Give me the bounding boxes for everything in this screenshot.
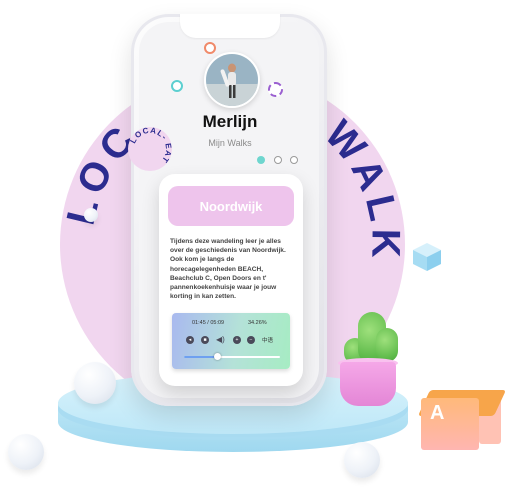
white-ball-small-left [8,434,44,470]
blue-cube [413,243,441,271]
cactus-right-arm [376,328,398,362]
player-percent: 34.26% [248,320,267,326]
volume-icon[interactable]: ◀) [216,335,225,344]
teal-ring-icon [171,80,183,92]
player-time: 01:45 / 05:09 [192,320,225,326]
orange-ring-icon [204,42,216,54]
white-ball-left [74,362,116,404]
walk-card-description: Tijdens deze wandeling leer je alles ove… [170,238,286,301]
avatar[interactable] [204,52,260,108]
pagination-dot-2[interactable] [274,156,282,164]
progress-knob[interactable] [214,353,221,360]
plus-icon[interactable]: + [233,336,241,344]
rewind-icon[interactable]: ◂ [186,336,194,344]
phone-notch [180,14,280,38]
minus-icon[interactable]: − [247,336,255,344]
profile-name: Merlijn [202,112,258,131]
stop-icon[interactable]: ■ [201,336,209,344]
local-eat-sticker: LOCAL- EAT [128,126,172,171]
progress-fill [184,356,217,358]
walk-card-title: Noordwijk [168,186,294,226]
white-ball-front [344,442,380,478]
language-toggle[interactable]: 中语 [262,336,273,344]
white-ball-tiny [84,208,98,222]
pagination-dot-1[interactable] [257,156,265,164]
avatar-photo [206,54,258,106]
pagination-dot-3[interactable] [290,156,298,164]
profile-subtitle[interactable]: Mijn Walks [180,138,280,148]
flower-pot [340,362,396,406]
purple-ring-icon [268,82,283,97]
block-letter: A [430,402,445,424]
